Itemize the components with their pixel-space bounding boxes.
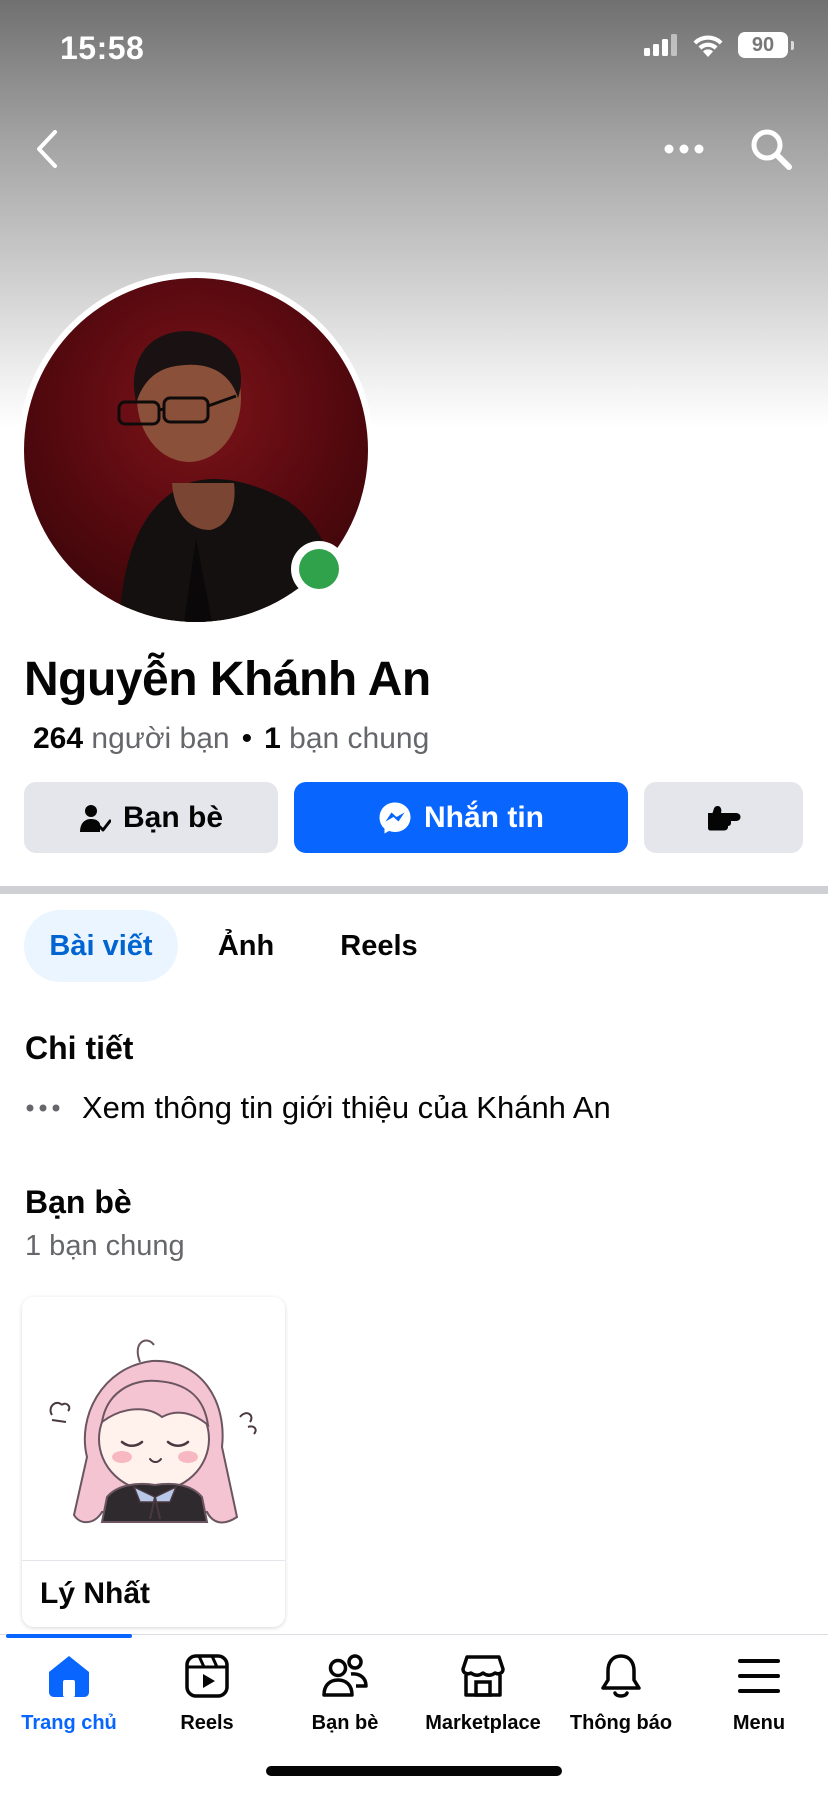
poke-button[interactable] (644, 782, 803, 853)
more-dots-icon (26, 1104, 60, 1112)
friend-check-icon (79, 804, 111, 832)
nav-reels[interactable]: Reels (138, 1648, 276, 1748)
messenger-icon (379, 802, 411, 833)
tab-photos[interactable]: Ảnh (200, 910, 292, 982)
marketplace-icon (461, 1655, 505, 1697)
nav-home[interactable]: Trang chủ (0, 1648, 138, 1748)
count-separator: • (241, 722, 253, 755)
friends-status-button[interactable]: Bạn bè (24, 782, 278, 853)
signal-icon (644, 34, 677, 56)
search-icon (751, 129, 792, 170)
message-label: Nhắn tin (424, 800, 544, 834)
nav-reels-label: Reels (180, 1712, 234, 1734)
poke-icon (707, 805, 740, 830)
nav-friends-label: Bạn bè (311, 1712, 379, 1734)
friends-count-label: người bạn (91, 722, 230, 755)
search-button[interactable] (746, 124, 796, 174)
section-divider (0, 886, 828, 894)
nav-menu-label: Menu (732, 1712, 786, 1734)
friends-icon (322, 1654, 368, 1697)
more-button[interactable] (659, 124, 709, 174)
message-button[interactable]: Nhắn tin (294, 782, 628, 853)
friends-section-title: Bạn bè (25, 1184, 132, 1220)
about-info-text: Xem thông tin giới thiệu của Khánh An (82, 1090, 611, 1125)
back-icon (37, 130, 57, 168)
reels-icon (185, 1654, 229, 1698)
about-info-link[interactable]: Xem thông tin giới thiệu của Khánh An (26, 1090, 611, 1126)
tab-reels[interactable]: Reels (322, 910, 436, 982)
battery-indicator: 90 (738, 32, 794, 58)
home-icon (49, 1656, 89, 1697)
nav-marketplace[interactable]: Marketplace (414, 1648, 552, 1748)
friend-avatar (22, 1297, 285, 1561)
details-title: Chi tiết (25, 1030, 134, 1066)
nav-friends[interactable]: Bạn bè (276, 1648, 414, 1748)
nav-notifications-label: Thông báo (569, 1712, 673, 1734)
friend-card[interactable]: Lý Nhất (22, 1297, 285, 1627)
nav-home-label: Trang chủ (21, 1712, 117, 1734)
online-status-dot (299, 549, 339, 589)
nav-marketplace-label: Marketplace (425, 1712, 541, 1734)
bell-icon (601, 1654, 641, 1698)
wifi-icon (693, 35, 723, 57)
active-tab-indicator (6, 1634, 132, 1638)
mutual-count: 1 (264, 722, 281, 755)
friend-name: Lý Nhất (40, 1577, 151, 1610)
status-icons: 90 (644, 32, 794, 58)
tab-posts[interactable]: Bài viết (24, 910, 178, 982)
back-button[interactable] (22, 124, 72, 174)
profile-name: Nguyễn Khánh An (24, 653, 431, 706)
friends-count: 264 (33, 722, 84, 755)
home-indicator[interactable] (266, 1766, 562, 1776)
friend-avatar-illustration (49, 1339, 257, 1524)
more-icon (664, 144, 704, 154)
mutual-count-label: bạn chung (289, 722, 430, 755)
nav-notifications[interactable]: Thông báo (552, 1648, 690, 1748)
friend-counts[interactable]: 264 người bạn • 1 bạn chung (33, 722, 429, 756)
friends-section-subtitle: 1 bạn chung (25, 1230, 185, 1262)
friends-status-label: Bạn bè (122, 800, 224, 834)
status-time: 15:58 (60, 30, 145, 66)
menu-icon (738, 1659, 780, 1693)
nav-menu[interactable]: Menu (690, 1648, 828, 1748)
